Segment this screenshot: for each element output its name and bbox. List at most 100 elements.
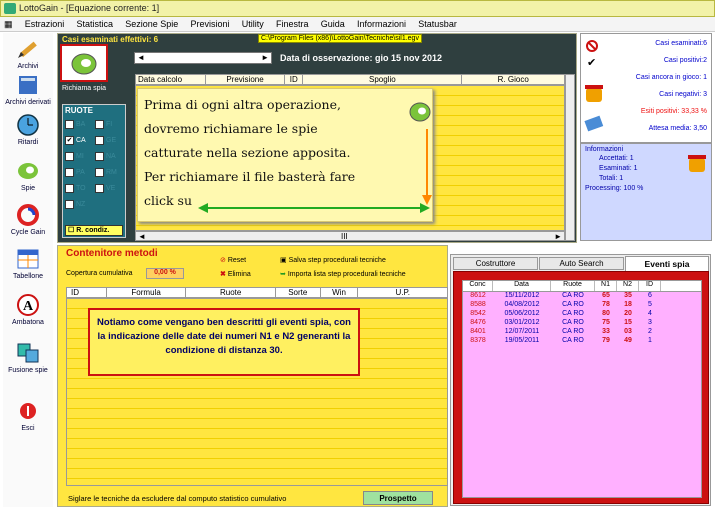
clock-icon (17, 114, 39, 136)
col-spoglio[interactable]: Spoglio (303, 75, 463, 84)
sidebar-item-tabellone[interactable]: Tabellone (3, 247, 53, 280)
table-row[interactable]: 8401 12/07/2011 CA RO 33 03 2 (463, 328, 701, 337)
menu-previsioni[interactable]: Previsioni (186, 17, 235, 29)
exit-icon (20, 403, 36, 419)
menu-sezione-spie[interactable]: Sezione Spie (120, 17, 183, 29)
menu-statistica[interactable]: Statistica (72, 17, 119, 29)
menu-estrazioni[interactable]: Estrazioni (20, 17, 70, 29)
eventi-cell: CA RO (562, 310, 584, 317)
sidebar-item-fusione-spie[interactable]: Fusione spie (3, 341, 53, 374)
sidebar-item-archivi-derivati[interactable]: Archivi derivati (3, 73, 53, 106)
eventi-cell: 8588 (470, 301, 486, 308)
menu-app-icon[interactable]: ▦ (0, 17, 18, 30)
letter-a-icon: A (17, 294, 39, 316)
eventi-cell: 4 (648, 310, 652, 317)
col-up[interactable]: U.P. (358, 288, 447, 297)
eventi-col-conc[interactable]: Conc (463, 281, 493, 291)
eventi-col-id[interactable]: ID (639, 281, 661, 291)
eventi-cell: 33 (602, 328, 610, 335)
eventi-cell: 1 (648, 337, 652, 344)
sidebar-item-ritardi[interactable]: Ritardi (3, 113, 53, 146)
sidebar-item-ambatona[interactable]: A Ambatona (3, 293, 53, 326)
elimina-button[interactable]: ✖ Elimina (220, 270, 251, 278)
table-row[interactable]: 8378 19/05/2011 CA RO 79 49 1 (463, 337, 701, 346)
ruota-checkbox-mi[interactable]: MI (65, 148, 95, 164)
eventi-cell: 2 (648, 328, 652, 335)
callout-line-1: Prima di ogni altra operazione, (144, 97, 341, 112)
eventi-cell: 5 (648, 301, 652, 308)
stat-casi-esaminati: Casi esaminati:6 (655, 40, 707, 47)
tab-eventi-spia[interactable]: Eventi spia (625, 256, 709, 271)
eventi-col-data[interactable]: Data (493, 281, 551, 291)
salva-button[interactable]: ▣ Salva step procedurali tecniche (280, 256, 386, 264)
ruote-grid: BA FI ✔ CA GE MI NA PA RM TO VE NZ (63, 116, 125, 212)
menu-statusbar[interactable]: Statusbar (413, 17, 462, 29)
ruota-checkbox-ve[interactable]: VE (95, 180, 125, 196)
ruota-checkbox-rm[interactable]: RM (95, 164, 125, 180)
menu-informazioni[interactable]: Informazioni (352, 17, 411, 29)
table-row[interactable]: 8588 04/08/2012 CA RO 78 18 5 (463, 301, 701, 310)
ruota-checkbox-ge[interactable]: GE (95, 132, 125, 148)
forbidden-icon (586, 40, 598, 52)
calendar-icon (17, 249, 39, 269)
col-id[interactable]: ID (285, 75, 304, 84)
reset-button[interactable]: ⊘ Reset (220, 256, 246, 264)
ruota-checkbox-fi[interactable]: FI (95, 116, 125, 132)
spie-grid-header: Data calcolo Previsione ID Spoglio R. Gi… (135, 74, 565, 85)
eventi-cell: 18 (624, 301, 632, 308)
sidebar-item-cycle-gain[interactable]: Cycle Gain (3, 203, 53, 236)
col-formula[interactable]: Formula (107, 288, 187, 297)
eventi-cell: 19/05/2011 (504, 337, 540, 344)
richiama-spia-button[interactable] (60, 44, 108, 82)
title-bar: LottoGain - [Equazione corrente: 1] (0, 0, 715, 17)
table-row[interactable]: 8476 03/01/2012 CA RO 75 15 3 (463, 319, 701, 328)
eventi-cell: 65 (602, 292, 610, 299)
ruota-checkbox-to[interactable]: TO (65, 180, 95, 196)
sidebar-item-esci[interactable]: Esci (3, 399, 53, 432)
ruota-checkbox-pa[interactable]: PA (65, 164, 95, 180)
tab-costruttore[interactable]: Costruttore (453, 257, 538, 270)
tab-auto-search[interactable]: Auto Search (539, 257, 624, 270)
menu-utility[interactable]: Utility (237, 17, 269, 29)
table-row[interactable]: 8612 15/11/2012 CA RO 65 35 6 (463, 292, 701, 301)
eventi-cell: 8378 (470, 337, 486, 344)
spie-vscrollbar[interactable] (565, 74, 575, 241)
sidebar-item-spie[interactable]: Spie (3, 159, 53, 192)
col-id[interactable]: ID (67, 288, 107, 297)
ruota-checkbox-nz[interactable]: NZ (65, 196, 95, 212)
eventi-cell: 20 (624, 310, 632, 317)
menu-finestra[interactable]: Finestra (271, 17, 314, 29)
col-win[interactable]: Win (321, 288, 359, 297)
col-r-gioco[interactable]: R. Gioco (462, 75, 564, 84)
spie-hscrollbar[interactable]: ◄ III ► (135, 231, 565, 241)
eventi-cell: 8401 (470, 328, 486, 335)
menu-guida[interactable]: Guida (316, 17, 350, 29)
prospetto-button[interactable]: Prospetto (363, 491, 433, 505)
contenitore-metodi: Contenitore metodi Copertura cumulativa … (57, 245, 448, 507)
eventi-cell: 80 (602, 310, 610, 317)
eventi-cell: 35 (624, 292, 632, 299)
date-scrollbar[interactable]: ◄ ► (134, 52, 272, 64)
col-sorte[interactable]: Sorte (276, 288, 321, 297)
ruota-checkbox-na[interactable]: NA (95, 148, 125, 164)
right-tab-panel: Costruttore Auto Search Eventi spia Conc… (450, 254, 711, 506)
col-data-calcolo[interactable]: Data calcolo (136, 75, 206, 84)
sidebar-item-archivi[interactable]: Archivi (3, 37, 53, 70)
close-icon: ✖ (220, 271, 228, 278)
ruota-checkbox-ba[interactable]: BA (65, 116, 95, 132)
eventi-col-ruote[interactable]: Ruote (551, 281, 595, 291)
info-row: Totali: 1 (599, 175, 624, 182)
book-icon (19, 76, 37, 94)
eventi-col-n2[interactable]: N2 (617, 281, 639, 291)
importa-button[interactable]: ➥ Importa lista step procedurali tecnich… (280, 270, 406, 278)
ruota-checkbox-ca[interactable]: ✔ CA (65, 132, 95, 148)
metodi-grid-header: ID Formula Ruote Sorte Win U.P. (66, 287, 448, 298)
eventi-cell: CA RO (562, 328, 584, 335)
r-condiz-checkbox[interactable]: ☐ R. condiz. (65, 225, 123, 236)
eventi-col-n1[interactable]: N1 (595, 281, 617, 291)
ruote-row: BA FI (63, 116, 125, 132)
col-ruote[interactable]: Ruote (186, 288, 276, 297)
eventi-cell: 12/07/2011 (504, 328, 540, 335)
table-row[interactable]: 8542 05/06/2012 CA RO 80 20 4 (463, 310, 701, 319)
col-previsione[interactable]: Previsione (206, 75, 286, 84)
